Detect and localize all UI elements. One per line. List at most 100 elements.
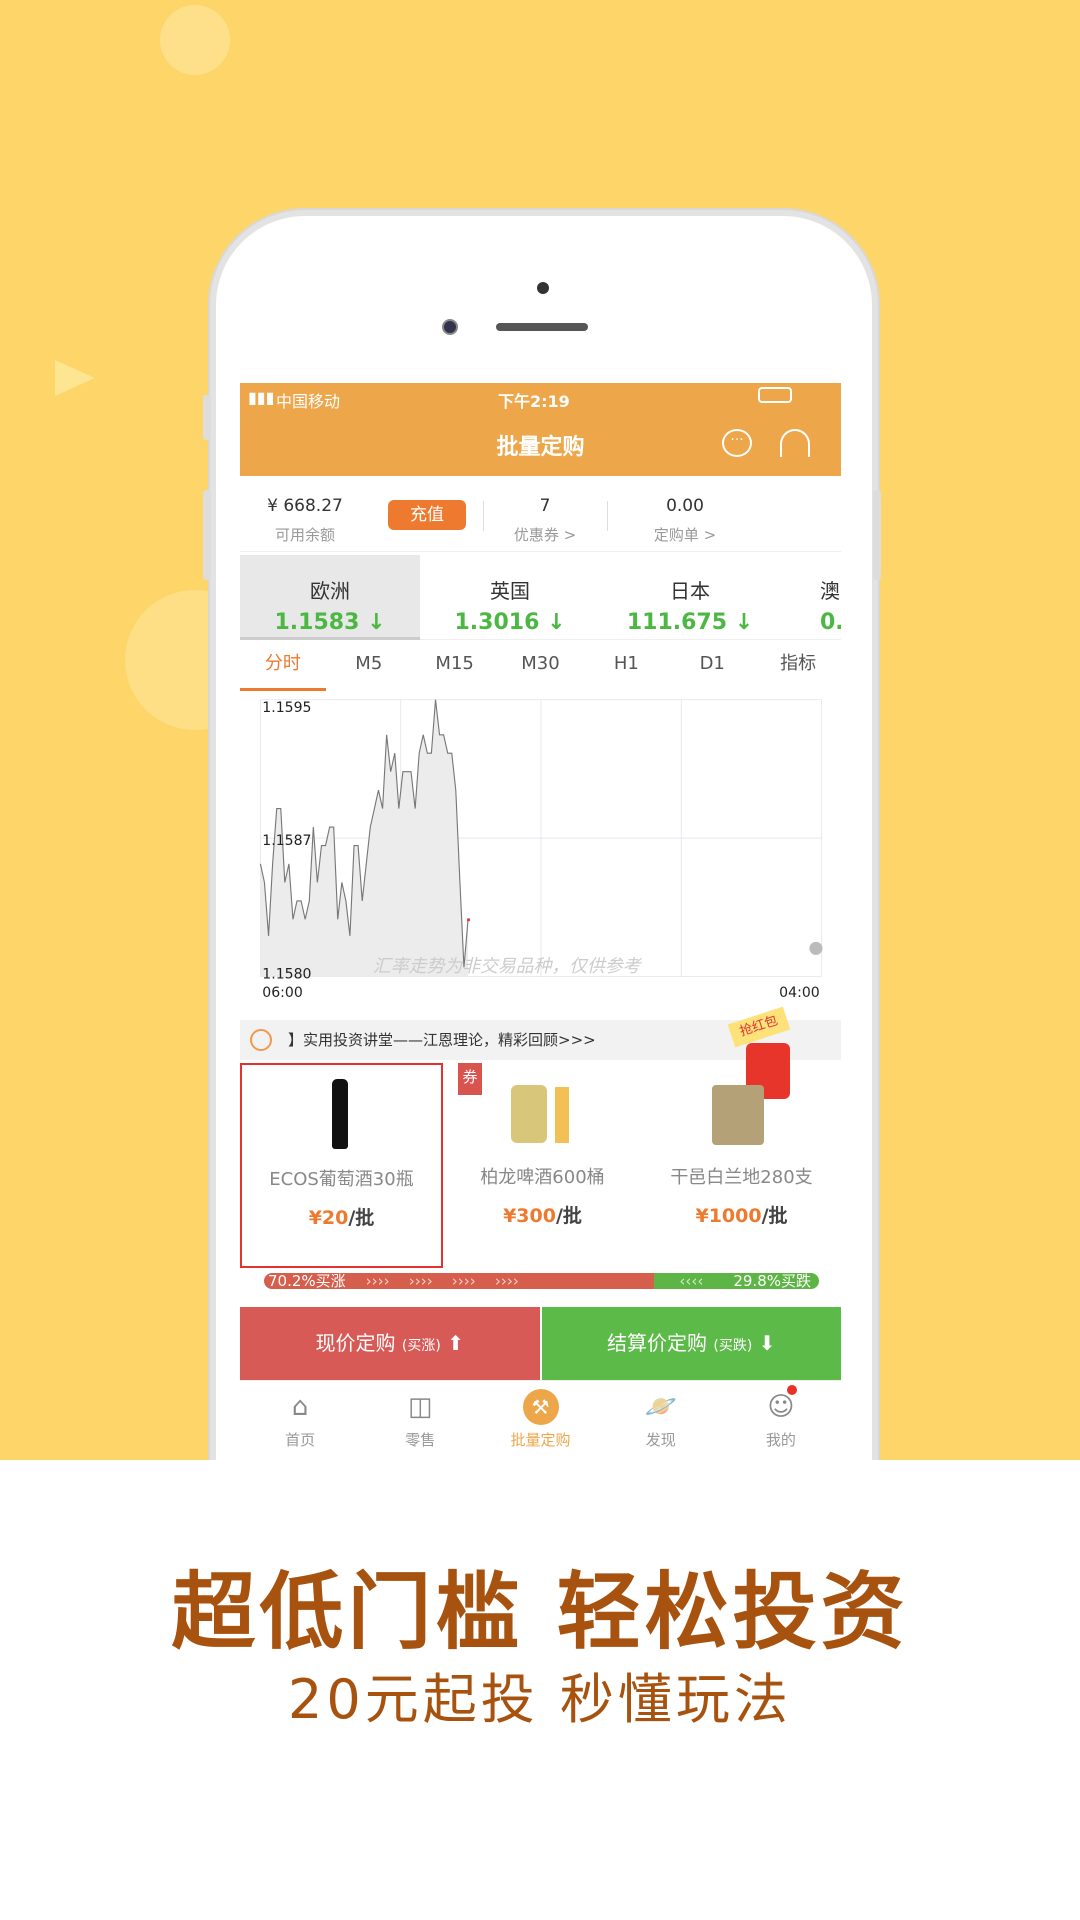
arrow-down-icon: ↓ bbox=[547, 610, 566, 635]
y-tick-label: 1.1595 bbox=[262, 700, 311, 716]
brandy-image bbox=[712, 1085, 764, 1145]
home-icon: ⌂ bbox=[291, 1392, 309, 1422]
currency-name: 日本 bbox=[670, 579, 710, 603]
app-header: 批量定购 ··· bbox=[240, 413, 841, 476]
product-card[interactable]: 干邑白兰地280支 ¥1000/批 bbox=[642, 1063, 841, 1268]
arrow-down-icon: ↓ bbox=[734, 610, 754, 635]
nav-discover[interactable]: 🪐 发现 bbox=[601, 1381, 721, 1460]
beer-glass-image bbox=[555, 1087, 569, 1143]
phone-side-button bbox=[873, 490, 881, 580]
arrow-down-icon: ↓ bbox=[367, 610, 386, 635]
sentiment-down: ‹‹‹‹ 29.8%买跌 bbox=[653, 1273, 819, 1289]
chart-watermark: 汇率走势为非交易品种，仅供参考 bbox=[373, 956, 643, 977]
buy-up-sub: (买涨) bbox=[401, 1338, 441, 1354]
order-buttons: 现价定购 (买涨) ⬆ 结算价定购 (买跌) ⬇ bbox=[240, 1307, 841, 1380]
nav-label: 零售 bbox=[405, 1431, 436, 1449]
currency-tab-gbp[interactable]: 英国 1.3016 ↓ bbox=[420, 555, 600, 640]
tab-m30[interactable]: M30 bbox=[498, 641, 584, 691]
arrow-down-icon: ⬇ bbox=[758, 1331, 776, 1355]
balance-label: 可用余额 bbox=[274, 526, 335, 544]
background-triangle bbox=[55, 360, 95, 396]
product-card[interactable]: 券 柏龙啤酒600桶 ¥300/批 bbox=[443, 1063, 642, 1268]
price-chart: 1.1595 1.1587 1.1580 汇率走势为非交易品种，仅供参考 06:… bbox=[259, 699, 823, 1000]
tab-d1[interactable]: D1 bbox=[669, 641, 755, 691]
product-list: ECOS葡萄酒30瓶 ¥20/批 券 柏龙啤酒600桶 ¥300/批 干邑白兰地… bbox=[240, 1063, 841, 1268]
arrow-up-icon: ⬆ bbox=[447, 1331, 464, 1355]
wine-bottle-image bbox=[332, 1079, 348, 1149]
divider bbox=[607, 501, 608, 531]
nav-label: 我的 bbox=[765, 1431, 796, 1449]
headset-icon[interactable] bbox=[780, 429, 810, 457]
product-price: ¥300 bbox=[503, 1205, 556, 1227]
phone-sensor bbox=[537, 282, 549, 294]
nav-retail[interactable]: ◫ 零售 bbox=[360, 1381, 480, 1460]
speaker-icon bbox=[250, 1029, 272, 1051]
promo-subline: 20元起投 秒懂玩法 bbox=[288, 1668, 792, 1731]
nav-label: 首页 bbox=[285, 1431, 316, 1449]
timeframe-tabs: 分时 M5 M15 M30 H1 D1 指标 bbox=[240, 641, 841, 691]
phone-camera bbox=[442, 319, 458, 335]
orders-value: 0.00 bbox=[666, 496, 704, 516]
balance-value: ¥ 668.27 bbox=[267, 496, 343, 516]
planet-icon: 🪐 bbox=[644, 1392, 677, 1422]
coupon-badge: 券 bbox=[458, 1063, 482, 1095]
coupons-link[interactable]: 优惠券 > bbox=[485, 524, 605, 545]
orders-link[interactable]: 定购单 > bbox=[620, 524, 750, 545]
buy-up-button[interactable]: 现价定购 (买涨) ⬆ bbox=[240, 1307, 540, 1380]
background-circle bbox=[160, 5, 230, 75]
currency-price: 111.675 bbox=[626, 610, 728, 635]
buy-down-label: 结算价定购 bbox=[607, 1331, 708, 1355]
y-tick-label: 1.1580 bbox=[262, 966, 311, 982]
x-tick-label: 04:00 bbox=[779, 985, 820, 1000]
nav-label: 发现 bbox=[645, 1431, 676, 1449]
phone-side-button bbox=[203, 395, 211, 440]
product-name: 柏龙啤酒600桶 bbox=[480, 1167, 605, 1188]
divider bbox=[483, 501, 484, 531]
app-screen: ▮▮▮ 中国移动 下午2:19 批量定购 ··· ¥ 668.27 可用余额 充… bbox=[240, 383, 841, 1460]
product-price: ¥1000 bbox=[695, 1205, 762, 1227]
bottom-nav: ⌂ 首页 ◫ 零售 ⚒ 批量定购 🪐 发现 ☺ 我的 bbox=[240, 1380, 841, 1460]
product-name: ECOS葡萄酒30瓶 bbox=[269, 1169, 414, 1190]
product-card[interactable]: ECOS葡萄酒30瓶 ¥20/批 bbox=[240, 1063, 443, 1268]
product-name: 干邑白兰地280支 bbox=[670, 1167, 813, 1188]
arrows-left-icon: ‹‹‹‹ bbox=[679, 1273, 704, 1289]
phone-speaker bbox=[496, 323, 588, 331]
currency-tab-aud[interactable]: 澳 0. bbox=[820, 555, 841, 640]
tab-indicators[interactable]: 指标 bbox=[755, 641, 841, 691]
buy-up-label: 现价定购 bbox=[315, 1331, 396, 1355]
hammer-icon: ⚒ bbox=[522, 1389, 559, 1425]
tab-h1[interactable]: H1 bbox=[583, 641, 669, 691]
status-bar: ▮▮▮ 中国移动 下午2:19 bbox=[240, 383, 841, 413]
arrows-right-icon: ›››› ›››› ›››› ›››› bbox=[365, 1273, 519, 1289]
x-tick-label: 06:00 bbox=[262, 985, 303, 1000]
coupons-count: 7 bbox=[539, 496, 551, 516]
tab-m15[interactable]: M15 bbox=[412, 641, 498, 691]
nav-home[interactable]: ⌂ 首页 bbox=[240, 1381, 360, 1460]
tab-m5[interactable]: M5 bbox=[326, 641, 412, 691]
buy-down-sub: (买跌) bbox=[713, 1338, 753, 1354]
y-tick-label: 1.1587 bbox=[262, 833, 311, 849]
nav-bulk-order[interactable]: ⚒ 批量定购 bbox=[480, 1381, 600, 1460]
currency-tab-eur[interactable]: 欧洲 1.1583 ↓ bbox=[240, 555, 420, 640]
currency-tab-jpy[interactable]: 日本 111.675 ↓ bbox=[600, 555, 780, 640]
buy-down-button[interactable]: 结算价定购 (买跌) ⬇ bbox=[541, 1307, 841, 1380]
clock: 下午2:19 bbox=[498, 392, 570, 411]
bag-icon: ◫ bbox=[408, 1392, 433, 1422]
product-price: ¥20 bbox=[308, 1207, 349, 1229]
close-icon[interactable] bbox=[809, 941, 823, 955]
nav-mine[interactable]: ☺ 我的 bbox=[721, 1381, 841, 1460]
phone-side-button bbox=[203, 490, 211, 580]
beer-keg-image bbox=[511, 1085, 547, 1143]
product-unit: /批 bbox=[348, 1207, 375, 1229]
promo-headline: 超低门槛 轻松投资 bbox=[171, 1563, 909, 1661]
product-unit: /批 bbox=[555, 1205, 582, 1227]
currency-name: 澳 bbox=[820, 579, 840, 603]
recharge-button[interactable]: 充值 bbox=[388, 500, 466, 530]
news-text: 】实用投资讲堂——江恩理论，精彩回顾>>> bbox=[288, 1031, 596, 1049]
last-price-marker bbox=[467, 918, 470, 922]
chat-bubble-icon[interactable]: ··· bbox=[722, 429, 752, 457]
battery-icon bbox=[758, 387, 792, 403]
carrier: 中国移动 bbox=[276, 392, 341, 411]
nav-label: 批量定购 bbox=[510, 1431, 571, 1449]
tab-timeshare[interactable]: 分时 bbox=[240, 641, 326, 691]
